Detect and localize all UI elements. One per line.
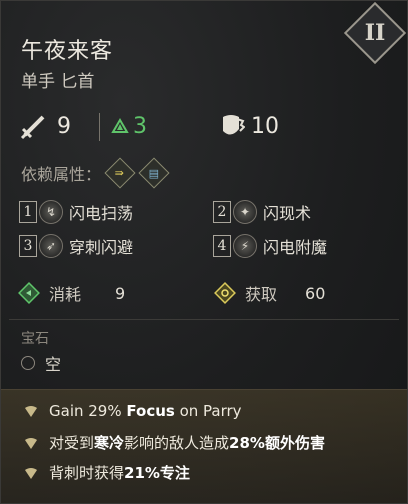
block-value: 10 [251,113,279,139]
consume-value: 9 [115,283,126,303]
effect-2: 对受到寒冷影响的敌人造成28%额外伤害 [23,432,325,453]
cost-row: 消耗 9 获取 60 [17,281,397,309]
gem-slot[interactable]: 空 [21,351,61,375]
gain-cost: 获取 60 [213,281,325,305]
upgrade-stat: 3 [111,111,147,141]
skill-label: 闪电附魔 [263,238,328,257]
dependency-row: 依赖属性： ⇛ ▤ [21,157,170,189]
effects-section: Gain 29% Focus on Parry 对受到寒冷影响的敌人造成28%额… [1,389,407,503]
empty-gem-socket-icon [21,356,35,370]
skill-4[interactable]: 4 ⚡ 闪电附魔 [213,231,327,261]
gem-slot-label: 空 [45,355,62,374]
damage-value: 9 [57,113,71,139]
lightning-sweep-icon: ↯ [39,200,63,224]
effect-text: 背刺时获得21%专注 [49,464,190,482]
lightning-enchant-icon: ⚡ [233,234,257,258]
skills-grid: 1 ↯ 闪电扫荡 2 ✦ 闪现术 3 ➶ 穿刺闪避 4 ⚡ 闪电附魔 [19,197,399,267]
damage-stat: 9 [19,111,71,141]
flash-step-icon: ✦ [233,200,257,224]
leaf-bullet-icon [25,437,37,449]
skill-2[interactable]: 2 ✦ 闪现术 [213,197,311,227]
upgrade-value: 3 [133,113,147,139]
consume-cost: 消耗 9 [17,281,125,305]
skill-label: 闪现术 [263,204,312,223]
effect-3: 背刺时获得21%专注 [23,462,190,483]
block-stat: 10 [217,111,279,141]
skill-number: 4 [213,235,231,257]
consume-label: 消耗 [49,285,82,304]
consume-icon [17,281,41,305]
effect-text: Gain 29% Focus on Parry [49,402,242,420]
skill-number: 2 [213,201,231,223]
divider [9,319,399,320]
skill-number: 3 [19,235,37,257]
sword-icon [19,111,49,141]
shield-fist-icon [217,111,246,141]
item-tooltip: 午夜来客 单手 匕首 II 9 3 10 依赖属性： ⇛ ▤ 1 ↯ 闪电扫荡 … [0,0,408,504]
gain-icon [213,281,237,305]
effect-1: Gain 29% Focus on Parry [23,402,242,420]
piercing-dodge-icon: ➶ [39,234,63,258]
stats-row: 9 3 10 [19,111,399,145]
gem-section-title: 宝石 [21,331,49,347]
skill-1[interactable]: 1 ↯ 闪电扫荡 [19,197,133,227]
tier-badge: II [364,20,386,46]
skill-label: 穿刺闪避 [69,238,134,257]
upgrade-arrow-icon [111,111,129,141]
gain-label: 获取 [245,285,278,304]
gain-value: 60 [305,283,326,303]
leaf-bullet-icon [25,406,37,417]
skill-3[interactable]: 3 ➶ 穿刺闪避 [19,231,133,261]
item-name: 午夜来客 [21,39,114,64]
stat-separator [99,113,100,141]
skill-label: 闪电扫荡 [69,204,134,223]
intelligence-book-icon[interactable]: ▤ [138,157,170,189]
item-type: 单手 匕首 [21,72,95,92]
leaf-bullet-icon [25,467,37,479]
skill-number: 1 [19,201,37,223]
effect-text: 对受到寒冷影响的敌人造成28%额外伤害 [49,434,325,452]
dependency-label: 依赖属性： [21,165,102,184]
dexterity-attribute-icon[interactable]: ⇛ [104,157,136,189]
